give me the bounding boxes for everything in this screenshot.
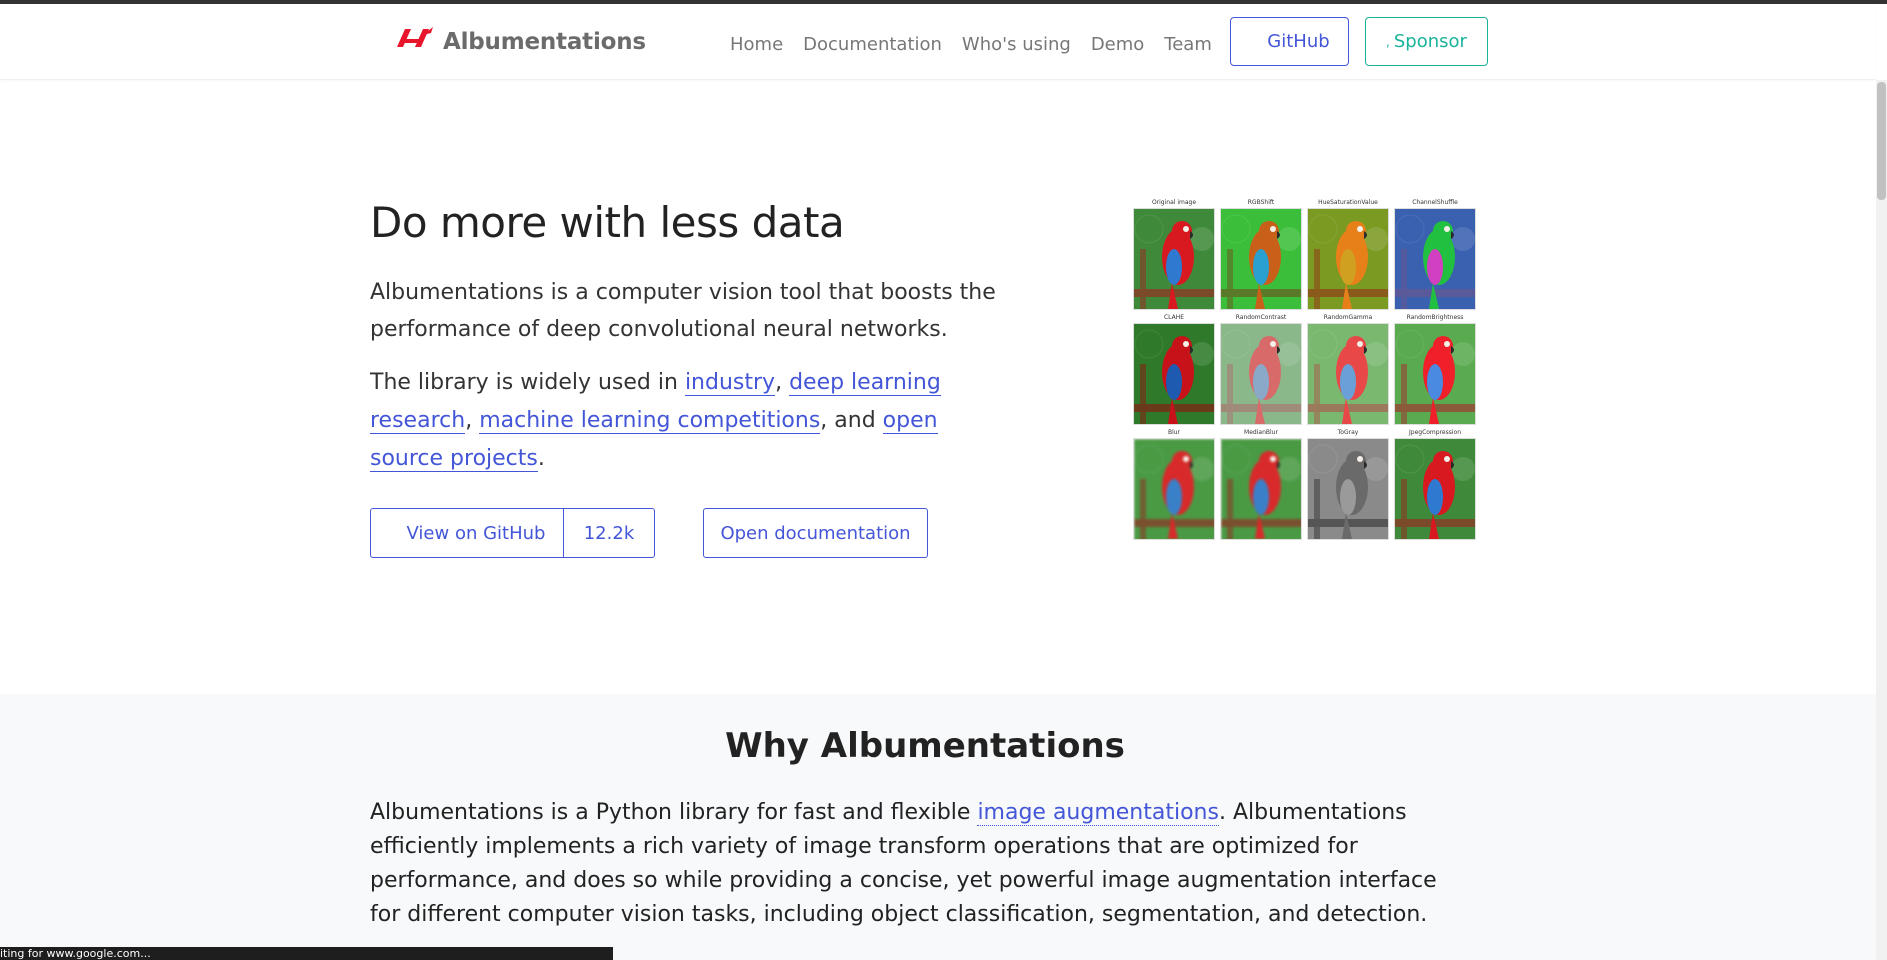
augmentation-example: CLAHE — [1133, 313, 1215, 425]
main-nav: Home Documentation Who's using Demo Team — [730, 20, 1232, 68]
nav-home[interactable]: Home — [730, 34, 783, 55]
usage-separator: , and — [820, 408, 883, 433]
nav-documentation[interactable]: Documentation — [803, 34, 942, 55]
link-image-augmentations[interactable]: image augmentations — [977, 800, 1219, 826]
usage-suffix: . — [537, 446, 545, 471]
github-star-button-group: View on GitHub 12.2k — [370, 508, 655, 558]
parrot-image — [1394, 323, 1476, 425]
augmentation-caption: ToGray — [1337, 429, 1359, 436]
parrot-image — [1133, 208, 1215, 310]
why-title: Why Albumentations — [725, 726, 1125, 766]
why-description: Albumentations is a Python library for f… — [370, 796, 1470, 932]
augmentation-example: Original image — [1133, 198, 1215, 310]
augmentation-caption: CLAHE — [1163, 314, 1185, 321]
augmentation-caption: RandomBrightness — [1406, 314, 1464, 321]
usage-separator: , — [775, 370, 790, 395]
parrot-image — [1394, 208, 1476, 310]
brand-name: Albumentations — [443, 29, 646, 55]
augmentation-example: RandomContrast — [1220, 313, 1302, 425]
github-button-label: GitHub — [1267, 31, 1330, 52]
augmentation-examples-grid: Original image RGBShift HueSaturationValue… — [1133, 198, 1479, 544]
navbar: Albumentations Home Documentation Who's … — [0, 4, 1876, 80]
augmentation-caption: Original image — [1151, 199, 1197, 206]
nav-whos-using[interactable]: Who's using — [962, 34, 1071, 55]
parrot-image — [1220, 438, 1302, 540]
parrot-image — [1307, 208, 1389, 310]
albumentations-logo-icon — [397, 27, 433, 47]
augmentation-caption: HueSaturationValue — [1318, 199, 1378, 206]
sponsor-icon: , — [1386, 34, 1390, 49]
sponsor-button-label: Sponsor — [1393, 31, 1467, 52]
augmentation-caption: RGBShift — [1247, 199, 1275, 206]
hero-usage: The library is widely used in industry , … — [370, 364, 1010, 478]
hero-title: Do more with less data — [370, 198, 845, 247]
parrot-image — [1133, 438, 1215, 540]
nav-team[interactable]: Team — [1164, 34, 1212, 55]
sponsor-button[interactable]: , Sponsor — [1365, 17, 1488, 66]
augmentation-example: ToGray — [1307, 428, 1389, 540]
augmentation-example: MedianBlur — [1220, 428, 1302, 540]
augmentation-caption: RandomGamma — [1323, 314, 1373, 321]
augmentation-example: HueSaturationValue — [1307, 198, 1389, 310]
usage-prefix: The library is widely used in — [370, 370, 685, 395]
augmentation-example: Blur — [1133, 428, 1215, 540]
parrot-image — [1394, 438, 1476, 540]
view-on-github-button[interactable]: View on GitHub — [371, 509, 564, 557]
augmentation-caption: Blur — [1167, 429, 1181, 436]
scrollbar-thumb[interactable] — [1877, 82, 1886, 200]
link-industry[interactable]: industry — [684, 370, 776, 396]
parrot-image — [1307, 323, 1389, 425]
open-documentation-button[interactable]: Open documentation — [703, 508, 928, 558]
augmentation-example: RandomGamma — [1307, 313, 1389, 425]
browser-status-bar: iting for www.google.com... — [0, 947, 613, 960]
scrollbar-track[interactable] — [1876, 80, 1887, 960]
nav-demo[interactable]: Demo — [1091, 34, 1144, 55]
augmentation-example: RGBShift — [1220, 198, 1302, 310]
hero-intro: Albumentations is a computer vision tool… — [370, 280, 996, 342]
parrot-image — [1220, 323, 1302, 425]
parrot-image — [1133, 323, 1215, 425]
brand[interactable]: Albumentations — [397, 16, 646, 68]
why-section: Why Albumentations Albumentations is a P… — [0, 694, 1876, 960]
github-stars-count[interactable]: 12.2k — [564, 509, 654, 557]
github-button[interactable]: GitHub — [1230, 17, 1349, 66]
augmentation-example: RandomBrightness — [1394, 313, 1476, 425]
augmentation-example: JpegCompression — [1394, 428, 1476, 540]
parrot-image — [1220, 208, 1302, 310]
parrot-image — [1307, 438, 1389, 540]
augmentation-caption: RandomContrast — [1235, 314, 1287, 321]
usage-separator: , — [465, 408, 480, 433]
link-ml-competitions[interactable]: machine learning competitions — [479, 408, 821, 434]
augmentation-caption: MedianBlur — [1244, 429, 1278, 436]
augmentation-caption: ChannelShuffle — [1412, 199, 1458, 206]
augmentation-caption: JpegCompression — [1408, 429, 1461, 436]
why-prefix: Albumentations is a Python library for f… — [370, 800, 978, 825]
augmentation-example: ChannelShuffle — [1394, 198, 1476, 310]
